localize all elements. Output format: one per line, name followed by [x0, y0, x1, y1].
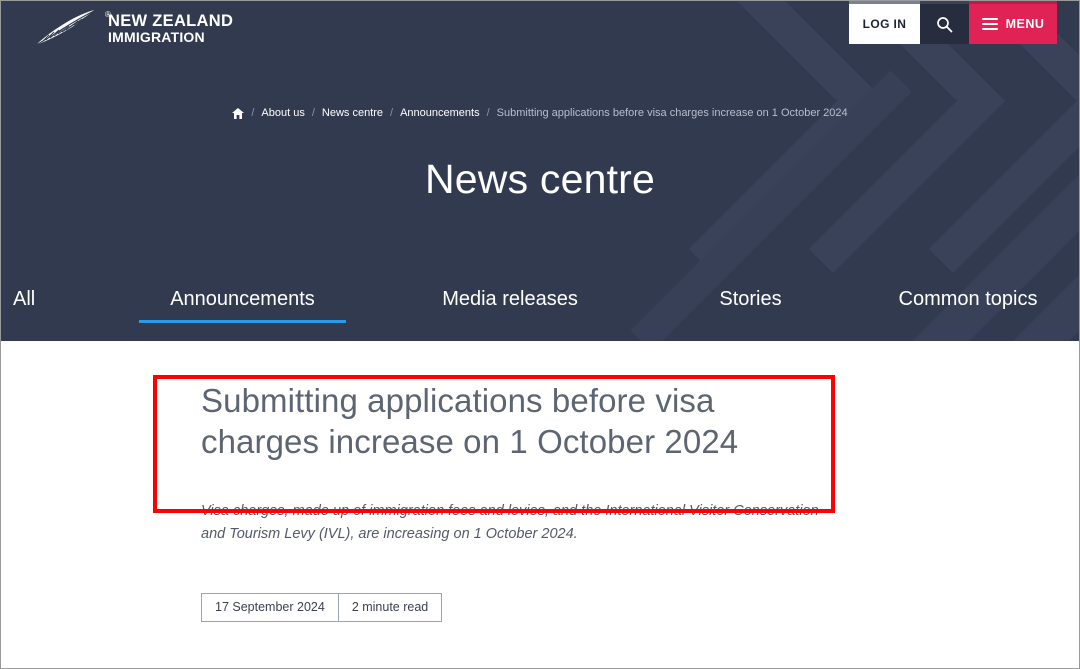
article-headline[interactable]: Submitting applications before visa char…: [201, 381, 801, 463]
breadcrumb: / About us / News centre / Announcements…: [1, 107, 1079, 119]
article-content: Submitting applications before visa char…: [1, 341, 1079, 668]
menu-button[interactable]: MENU: [969, 1, 1057, 44]
tab-announcements[interactable]: Announcements: [109, 288, 376, 323]
hamburger-icon: [981, 15, 998, 33]
logo-wordmark: NEW ZEALAND IMMIGRATION: [108, 11, 233, 45]
page-title: News centre: [424, 156, 656, 202]
breadcrumb-item-announcements[interactable]: Announcements: [400, 107, 480, 119]
breadcrumb-separator-3: /: [486, 107, 490, 119]
registered-trademark-mark: ®: [105, 10, 111, 19]
article-read-time: 2 minute read: [338, 593, 443, 623]
silver-fern-icon: [35, 9, 97, 46]
breadcrumb-item-about-us[interactable]: About us: [261, 107, 304, 119]
tab-common-topics[interactable]: Common topics: [857, 288, 1079, 323]
search-button[interactable]: [920, 1, 969, 44]
tab-media-releases[interactable]: Media releases: [376, 288, 644, 323]
topbar-actions: LOG IN MENU: [849, 1, 1057, 44]
breadcrumb-separator-1: /: [311, 107, 315, 119]
breadcrumb-separator-0: /: [251, 107, 255, 119]
logo-line-2: IMMIGRATION: [108, 29, 205, 46]
category-tabs: All Announcements Media releases Stories…: [1, 288, 1079, 323]
hero-section: ® NEW ZEALAND IMMIGRATION LOG IN MENU / …: [1, 1, 1079, 341]
tab-all[interactable]: All: [1, 288, 109, 323]
article-summary: Visa charges, made up of immigration fee…: [201, 502, 819, 543]
article-meta: 17 September 2024 2 minute read: [201, 593, 841, 623]
tab-stories[interactable]: Stories: [644, 288, 857, 323]
site-logo[interactable]: ® NEW ZEALAND IMMIGRATION: [33, 8, 233, 48]
login-button[interactable]: LOG IN: [849, 1, 920, 44]
search-icon: [937, 16, 953, 32]
logo-line-1: NEW ZEALAND: [108, 11, 234, 30]
breadcrumb-separator-2: /: [390, 107, 394, 119]
home-icon[interactable]: [232, 107, 245, 119]
top-navigation-bar: ® NEW ZEALAND IMMIGRATION LOG IN MENU: [1, 1, 1079, 47]
breadcrumb-item-news-centre[interactable]: News centre: [322, 107, 383, 119]
menu-button-label: MENU: [1005, 17, 1045, 31]
breadcrumb-item-current: Submitting applications before visa char…: [496, 107, 848, 119]
article-block: Submitting applications before visa char…: [201, 381, 841, 623]
browser-page: ® NEW ZEALAND IMMIGRATION LOG IN MENU / …: [0, 0, 1080, 669]
article-date: 17 September 2024: [201, 593, 339, 623]
